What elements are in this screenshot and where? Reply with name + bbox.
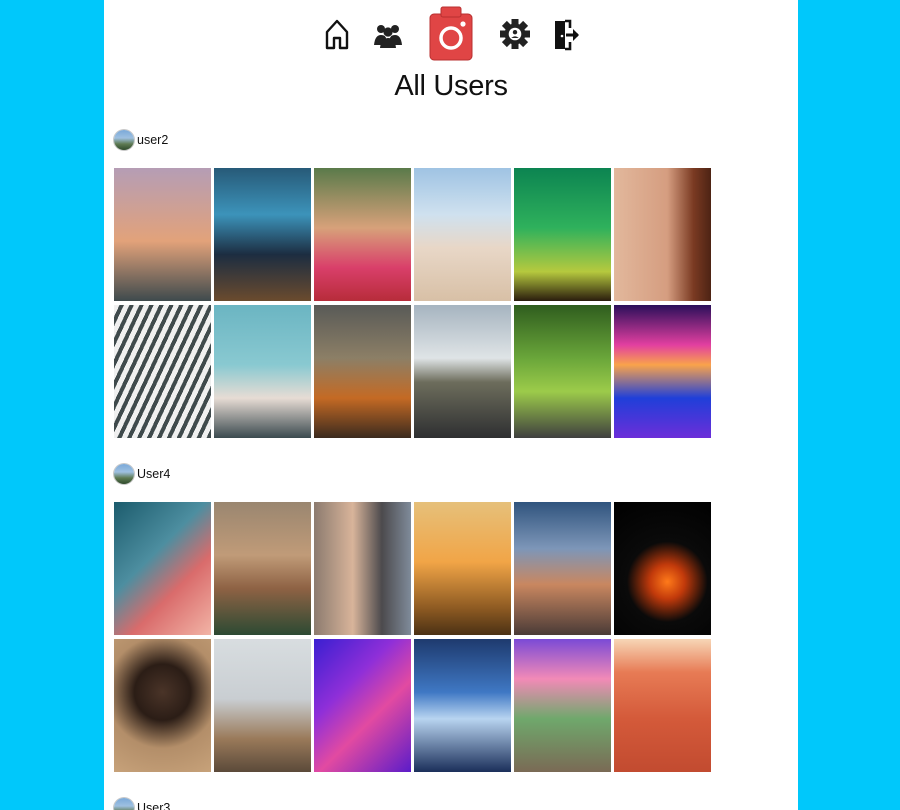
photo-thumbnail[interactable] — [614, 305, 711, 438]
photo-thumbnail[interactable] — [514, 305, 611, 438]
photo-thumbnail[interactable] — [314, 639, 411, 772]
home-icon — [325, 19, 349, 50]
logout-icon — [555, 19, 579, 51]
settings-button[interactable] — [498, 17, 532, 51]
users-button[interactable] — [372, 19, 404, 51]
photo-thumbnail[interactable] — [314, 305, 411, 438]
avatar — [114, 464, 134, 484]
photo-thumbnail[interactable] — [414, 502, 511, 635]
logout-button[interactable] — [550, 18, 582, 52]
photo-thumbnail[interactable] — [214, 305, 311, 438]
camera-logo-button[interactable] — [426, 3, 476, 65]
home-button[interactable] — [322, 16, 352, 52]
photo-thumbnail[interactable] — [314, 168, 411, 301]
username-label: User3 — [137, 801, 171, 810]
photo-thumbnail[interactable] — [214, 639, 311, 772]
settings-icon — [500, 19, 530, 49]
page-title: All Users — [394, 70, 508, 102]
users-icon — [374, 25, 402, 48]
photo-thumbnail[interactable] — [114, 639, 211, 772]
user-header[interactable]: User3 — [114, 795, 170, 810]
photo-thumbnail[interactable] — [114, 305, 211, 438]
user-header[interactable]: user2 — [114, 127, 168, 153]
main-panel: All Users user2 User4 User3 — [104, 0, 798, 810]
photo-thumbnail[interactable] — [614, 639, 711, 772]
photo-thumbnail[interactable] — [514, 502, 611, 635]
photo-thumbnail[interactable] — [414, 639, 511, 772]
photo-thumbnail[interactable] — [614, 168, 711, 301]
photo-thumbnail[interactable] — [414, 168, 511, 301]
user-header[interactable]: User4 — [114, 461, 170, 487]
avatar — [114, 130, 134, 150]
photo-thumbnail[interactable] — [514, 168, 611, 301]
photo-thumbnail[interactable] — [414, 305, 511, 438]
photo-thumbnail[interactable] — [214, 502, 311, 635]
photo-thumbnail[interactable] — [514, 639, 611, 772]
camera-logo-icon — [429, 6, 473, 61]
photo-thumbnail[interactable] — [114, 502, 211, 635]
photo-thumbnail[interactable] — [614, 502, 711, 635]
photo-thumbnail[interactable] — [214, 168, 311, 301]
photo-thumbnail[interactable] — [314, 502, 411, 635]
username-label: user2 — [137, 133, 169, 147]
top-navigation — [104, 3, 798, 65]
photo-thumbnail[interactable] — [114, 168, 211, 301]
username-label: User4 — [137, 467, 171, 481]
avatar — [114, 798, 134, 810]
